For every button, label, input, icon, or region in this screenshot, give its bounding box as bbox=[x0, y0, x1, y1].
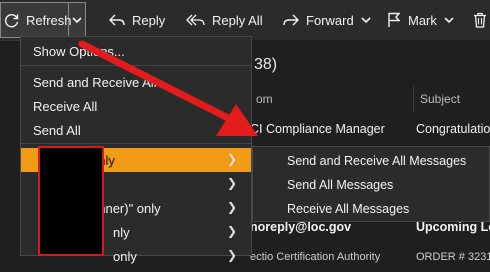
menu-item-send-all[interactable]: Send All bbox=[21, 118, 251, 142]
submenu-item-send-receive-all-messages[interactable]: Send and Receive All Messages bbox=[287, 149, 466, 173]
column-header-from[interactable]: om bbox=[250, 86, 414, 112]
forward-label: Forward bbox=[306, 12, 354, 28]
column-header-subject[interactable]: Subject bbox=[414, 86, 490, 112]
message-from: ectio Certification Authority bbox=[250, 251, 381, 263]
message-subject: Congratulatio bbox=[416, 122, 490, 136]
message-subject: ORDER # 3231 bbox=[416, 251, 490, 263]
message-row[interactable]: ectio Certification Authority ORDER # 32… bbox=[250, 242, 490, 272]
message-from: noreply@loc.gov bbox=[250, 220, 352, 234]
chevron-right-icon: ❯ bbox=[226, 152, 237, 166]
menu-item-label: Receive All bbox=[33, 98, 98, 114]
submenu-item-label: Send and Receive All Messages bbox=[287, 154, 467, 168]
toolbar: Refresh Reply Reply All Forward Mark bbox=[0, 0, 490, 41]
mark-button[interactable]: Mark bbox=[386, 6, 455, 34]
message-count: 38) bbox=[254, 56, 278, 73]
menu-item-label: nly bbox=[113, 224, 130, 240]
reply-icon bbox=[108, 12, 126, 28]
refresh-icon bbox=[4, 12, 20, 28]
refresh-button[interactable]: Refresh bbox=[4, 6, 72, 34]
delete-button[interactable] bbox=[472, 6, 488, 34]
menu-item-label: only bbox=[113, 248, 137, 264]
reply-all-button[interactable]: Reply All bbox=[186, 6, 263, 34]
chevron-down-icon bbox=[443, 14, 455, 26]
column-header-from-label: om bbox=[256, 92, 273, 106]
flag-icon bbox=[386, 12, 402, 28]
redaction-box bbox=[38, 146, 104, 256]
reply-all-label: Reply All bbox=[212, 12, 263, 28]
account-submenu: Send and Receive All Messages Send All M… bbox=[252, 146, 490, 222]
chevron-down-icon bbox=[71, 14, 83, 26]
menu-separator bbox=[21, 65, 251, 66]
reply-button[interactable]: Reply bbox=[108, 6, 165, 34]
chevron-right-icon: ❯ bbox=[226, 224, 237, 238]
refresh-dropdown-button[interactable] bbox=[71, 6, 83, 34]
refresh-label: Refresh bbox=[26, 12, 72, 28]
menu-item-receive-all[interactable]: Receive All bbox=[21, 94, 251, 118]
message-from: CI Compliance Manager bbox=[250, 122, 385, 136]
chevron-right-icon: ❯ bbox=[226, 248, 237, 262]
message-subject: Upcoming Lo bbox=[416, 220, 490, 234]
trash-icon bbox=[472, 12, 488, 28]
submenu-item-label: Receive All Messages bbox=[287, 202, 410, 216]
submenu-item-receive-all-messages[interactable]: Receive All Messages bbox=[287, 197, 409, 221]
chevron-right-icon: ❯ bbox=[226, 200, 237, 214]
message-row[interactable]: CI Compliance Manager Congratulatio bbox=[250, 114, 490, 144]
chevron-down-icon bbox=[360, 14, 372, 26]
reply-all-icon bbox=[186, 12, 206, 28]
forward-icon bbox=[282, 12, 300, 28]
menu-item-show-options[interactable]: Show Options... bbox=[21, 39, 251, 63]
mark-label: Mark bbox=[408, 12, 437, 28]
menu-separator bbox=[21, 143, 251, 144]
menu-item-label: Send and Receive All bbox=[33, 74, 157, 90]
menu-item-send-receive-all[interactable]: Send and Receive All bbox=[21, 70, 251, 94]
submenu-item-send-all-messages[interactable]: Send All Messages bbox=[287, 173, 393, 197]
column-header-subject-label: Subject bbox=[420, 92, 461, 106]
reply-label: Reply bbox=[132, 12, 166, 28]
menu-item-label: Send All bbox=[33, 122, 81, 138]
submenu-item-label: Send All Messages bbox=[287, 178, 394, 192]
chevron-right-icon: ❯ bbox=[226, 176, 237, 190]
forward-button[interactable]: Forward bbox=[282, 6, 372, 34]
menu-item-label: Show Options... bbox=[33, 43, 125, 59]
